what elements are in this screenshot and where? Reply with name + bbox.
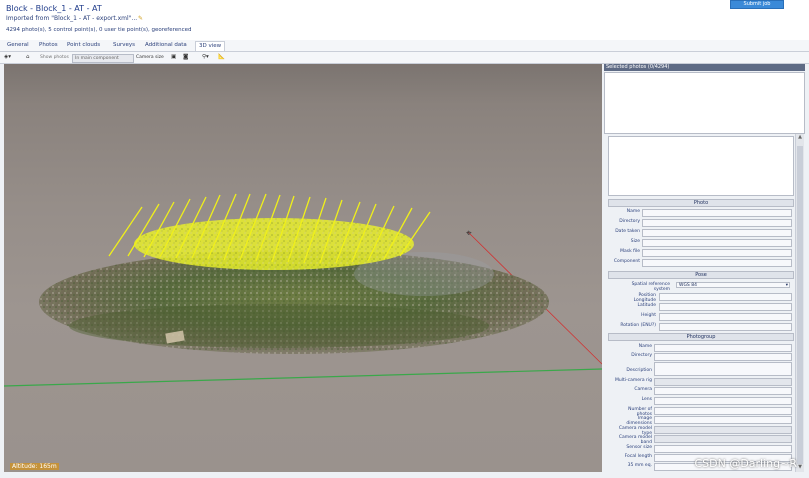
longitude-label: Position Longitude <box>633 293 656 303</box>
pg-name-label: Name <box>638 344 652 349</box>
name-field[interactable] <box>642 209 792 217</box>
pg-model-band-label: Camera model band <box>618 435 652 445</box>
component-label: Component <box>613 259 640 264</box>
pg-directory-field[interactable] <box>654 353 792 361</box>
properties-panel: Selected photos (0/4294) Photo Name Dire… <box>604 64 805 472</box>
layers-icon[interactable]: ◈▾ <box>4 53 11 62</box>
photo-section-header: Photo <box>608 199 794 207</box>
srs-value: WGS 84 <box>679 283 697 288</box>
tab-additional-data[interactable]: Additional data <box>142 41 190 50</box>
size-field[interactable] <box>642 239 792 247</box>
pencil-icon[interactable]: ✎ <box>138 15 143 22</box>
pg-photos-count-field <box>654 407 792 415</box>
ruler-icon[interactable]: 📐 <box>218 53 225 62</box>
pg-camera-label: Camera <box>634 387 652 392</box>
pg-model-band-field <box>654 435 792 443</box>
pg-rig-field <box>654 378 792 386</box>
tab-surveys[interactable]: Surveys <box>110 41 138 50</box>
mask-file-field[interactable] <box>642 249 792 257</box>
show-photos-label: Show photos <box>40 55 69 60</box>
directory-field[interactable] <box>642 219 792 227</box>
submit-button[interactable]: Submit job <box>730 0 784 9</box>
tab-3d-view[interactable]: 3D view <box>195 41 226 51</box>
pg-description-label: Description <box>626 368 652 373</box>
pg-description-field[interactable] <box>654 362 792 376</box>
camera-icon[interactable]: ◙ <box>183 53 188 62</box>
pg-name-field[interactable] <box>654 344 792 352</box>
pg-model-type-field <box>654 426 792 434</box>
photo-thumbnail-area <box>604 72 805 134</box>
pg-rig-label: Multi-camera rig <box>614 378 652 383</box>
directory-label: Directory <box>619 219 640 224</box>
ground-line <box>4 368 602 387</box>
chevron-down-icon: ▾ <box>785 283 788 288</box>
rotation-label: Rotation (ENU?) <box>620 323 656 328</box>
tab-general[interactable]: General <box>4 41 32 50</box>
size-label: Size <box>630 239 640 244</box>
pg-35mm-label: 35 mm eq. <box>627 463 652 468</box>
pose-section-header: Pose <box>608 271 794 279</box>
rotation-field[interactable] <box>659 323 792 331</box>
panel-scrollbar[interactable]: ▲ ▼ <box>795 134 804 472</box>
pg-sensor-size-label: Sensor size <box>626 445 652 450</box>
camera-size-label: Camera size <box>136 55 164 60</box>
srs-select[interactable]: WGS 84 ▾ <box>676 282 790 288</box>
latitude-field[interactable] <box>659 303 792 311</box>
date-taken-field[interactable] <box>642 229 792 237</box>
pg-lens-label: Lens <box>641 397 652 402</box>
pg-dimensions-field[interactable] <box>654 416 792 424</box>
scrollbar-thumb[interactable] <box>797 146 803 464</box>
pg-camera-field[interactable] <box>654 387 792 395</box>
longitude-field[interactable] <box>659 293 792 301</box>
page-title: Block - Block_1 - AT - AT <box>6 4 102 13</box>
block-header: Block - Block_1 - AT - AT Imported from … <box>0 0 809 40</box>
measure-tool-icon[interactable]: ⚲▾ <box>202 53 209 62</box>
date-taken-label: Date taken <box>615 229 640 234</box>
camera-small-icon[interactable]: ▣ <box>171 53 176 62</box>
mask-file-label: Mask file <box>620 249 640 254</box>
scene-render: ⌖ <box>4 193 602 387</box>
block-summary: 4294 photo(s), 5 control point(s), 0 use… <box>6 27 192 33</box>
import-info: Imported from "Block_1 - AT - export.xml… <box>6 15 138 22</box>
control-point-marker: ⌖ <box>466 228 472 239</box>
component-select[interactable]: In main component <box>72 54 134 63</box>
home-icon[interactable]: ⌂ <box>26 53 30 62</box>
srs-label: Spatial reference system <box>631 282 670 292</box>
tab-bar: General Photos Point clouds Surveys Addi… <box>0 40 809 52</box>
selected-photos-header: Selected photos (0/4294) <box>604 64 805 71</box>
pg-sensor-size-field[interactable] <box>654 445 792 453</box>
pg-lens-field[interactable] <box>654 397 792 405</box>
height-field[interactable] <box>659 313 792 321</box>
height-label: Height <box>641 313 656 318</box>
tab-photos[interactable]: Photos <box>36 41 61 50</box>
altitude-indicator: Altitude: 165m <box>10 463 59 470</box>
3d-viewport[interactable]: ⌖ Altitude: 165m <box>4 64 602 472</box>
pg-focal-length-label: Focal length <box>624 454 652 459</box>
latitude-label: Latitude <box>637 303 656 308</box>
pg-dimensions-label: Image dimensions <box>626 416 652 426</box>
tab-point-clouds[interactable]: Point clouds <box>64 41 103 50</box>
photogroup-section-header: Photogroup <box>608 333 794 341</box>
scroll-down-icon[interactable]: ▼ <box>796 464 804 472</box>
name-label: Name <box>626 209 640 214</box>
scroll-up-icon[interactable]: ▲ <box>796 134 804 142</box>
component-field[interactable] <box>642 259 792 267</box>
view-toolbar: ◈▾ ⌂ Show photos In main component Camer… <box>0 52 809 64</box>
photo-preview <box>608 136 794 196</box>
watermark: CSDN @Darling~R <box>694 457 797 470</box>
pg-directory-label: Directory <box>631 353 652 358</box>
